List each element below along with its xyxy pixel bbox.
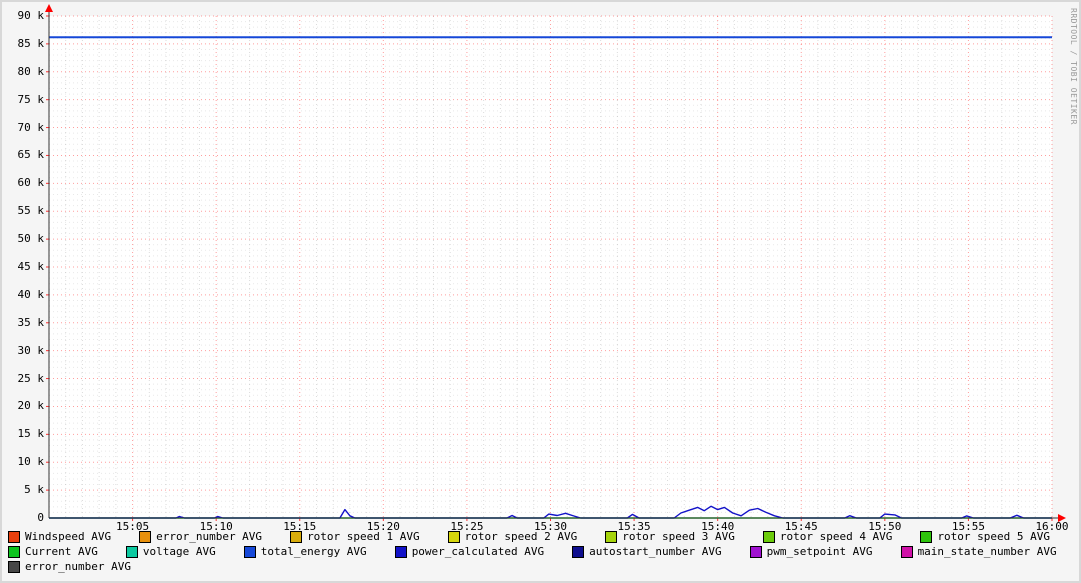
legend-item: voltage AVG [125,545,216,558]
legend-item: rotor speed 1 AVG [290,530,420,543]
y-tick-label: 50 k [17,232,45,246]
y-tick-label: 90 k [17,9,45,22]
legend-item: rotor speed 3 AVG [605,530,735,543]
y-tick-label: 55 k [17,204,45,218]
legend-item: error_number AVG [139,530,262,543]
legend-item: autostart_number AVG [572,545,722,558]
legend-swatch-icon [8,560,20,573]
y-tick-label: 45 k [17,260,45,273]
legend-label: autostart_number AVG [589,545,722,558]
legend-label: rotor speed 5 AVG [937,530,1051,543]
y-axis-arrow-icon [45,4,53,12]
y-tick-label: 5 k [24,483,44,497]
y-tick-label: 35 k [17,315,45,329]
legend-label: rotor speed 1 AVG [307,530,420,543]
legend-label: main_state_number AVG [917,545,1057,558]
legend-label: error_number AVG [25,560,131,573]
legend-swatch-icon [447,530,460,543]
y-tick-label: 40 k [17,287,45,301]
legend-swatch-icon [762,530,775,543]
y-tick-label: 80 k [17,64,45,78]
legend-label: rotor speed 2 AVG [464,530,578,543]
legend-swatch-icon [8,530,20,543]
legend-label: power_calculated AVG [411,545,545,558]
y-tick-label: 0 [37,511,44,524]
y-tick-label: 30 k [17,343,45,357]
chart-canvas [45,4,1066,522]
legend-item: rotor speed 2 AVG [447,530,578,543]
legend-swatch-icon [605,530,618,543]
legend-label: rotor speed 4 AVG [779,530,893,543]
legend-swatch-icon [8,545,20,558]
legend-label: Current AVG [25,545,98,558]
chart-legend: Windspeed AVG error_number AVG rotor speed… [8,529,1075,574]
legend-label: voltage AVG [142,545,216,558]
legend-swatch-icon [243,545,256,558]
legend-item: Current AVG [8,545,98,558]
legend-row: error_number AVG [8,559,1075,574]
legend-item: Windspeed AVG [8,530,111,543]
legend-swatch-icon [572,545,585,558]
legend-label: error_number AVG [156,530,263,543]
legend-item: main_state_number AVG [900,545,1057,558]
legend-row: Windspeed AVG error_number AVG rotor speed… [8,529,1075,544]
y-tick-label: 70 k [17,120,45,134]
legend-swatch-icon [290,530,303,543]
legend-item: rotor speed 5 AVG [920,530,1050,543]
legend-item: error_number AVG [8,560,131,573]
y-tick-label: 60 k [17,176,45,190]
rrdtool-watermark: RRDTOOL / TOBI OETIKER [1069,8,1078,125]
legend-swatch-icon [920,530,933,543]
legend-item: power_calculated AVG [394,545,545,558]
legend-item: pwm_setpoint AVG [749,545,873,558]
legend-swatch-icon [749,545,762,558]
y-tick-label: 65 k [17,148,45,162]
legend-item: total_energy AVG [243,545,367,558]
y-tick-label: 15 k [17,427,45,441]
legend-swatch-icon [125,545,138,558]
legend-row: Current AVG voltage AVG total_energy AVG po… [8,544,1075,559]
legend-label: rotor speed 3 AVG [622,530,735,543]
legend-label: Windspeed AVG [25,530,112,543]
y-tick-label: 10 k [17,455,45,469]
legend-item: rotor speed 4 AVG [762,530,893,543]
legend-label: total_energy AVG [260,545,367,558]
y-tick-label: 25 k [17,371,45,385]
legend-label: pwm_setpoint AVG [766,545,873,558]
legend-swatch-icon [139,530,152,543]
y-tick-label: 85 k [17,36,45,50]
legend-swatch-icon [394,545,407,558]
rrdtool-graph: 0 5 k 10 k 15 k 20 k 25 k 30 k 35 k 40 k 45 k 50 k… [0,0,1081,583]
legend-swatch-icon [900,545,913,558]
y-tick-label: 20 k [17,399,45,413]
y-tick-label: 75 k [17,92,45,106]
